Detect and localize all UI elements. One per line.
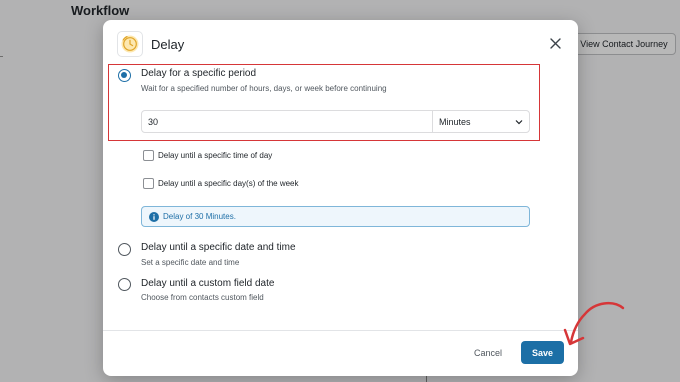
- checkbox-days-of-week[interactable]: [143, 178, 154, 189]
- info-icon: [149, 212, 159, 222]
- delay-unit-select[interactable]: Minutes: [432, 110, 530, 133]
- option-description-custom-field: Choose from contacts custom field: [141, 293, 264, 302]
- chevron-down-icon: [515, 119, 523, 124]
- cancel-button[interactable]: Cancel: [465, 343, 511, 363]
- clock-icon: [117, 31, 143, 57]
- radio-delay-specific-period[interactable]: [118, 69, 131, 82]
- delay-amount-input[interactable]: [141, 110, 433, 133]
- option-label-specific-period: Delay for a specific period: [141, 68, 257, 79]
- delay-unit-value: Minutes: [439, 116, 471, 127]
- option-label-custom-field: Delay until a custom field date: [141, 278, 275, 289]
- radio-delay-date-time[interactable]: [118, 243, 131, 256]
- modal-header: Delay: [103, 20, 578, 66]
- arrow-annotation-icon: [563, 301, 625, 346]
- checkbox-label-days-of-week: Delay until a specific day(s) of the wee…: [158, 179, 299, 188]
- checkbox-time-of-day[interactable]: [143, 150, 154, 161]
- delay-info-notice: Delay of 30 Minutes.: [141, 206, 530, 227]
- radio-delay-custom-field[interactable]: [118, 278, 131, 291]
- option-label-date-time: Delay until a specific date and time: [141, 242, 296, 253]
- option-description-specific-period: Wait for a specified number of hours, da…: [141, 84, 387, 93]
- footer-divider: [103, 330, 578, 331]
- checkbox-label-time-of-day: Delay until a specific time of day: [158, 151, 273, 160]
- modal-title: Delay: [151, 37, 185, 52]
- close-icon[interactable]: [547, 35, 563, 51]
- info-text: Delay of 30 Minutes.: [163, 212, 236, 221]
- option-description-date-time: Set a specific date and time: [141, 258, 240, 267]
- delay-modal: Delay Delay for a specific period Wait f…: [103, 20, 578, 376]
